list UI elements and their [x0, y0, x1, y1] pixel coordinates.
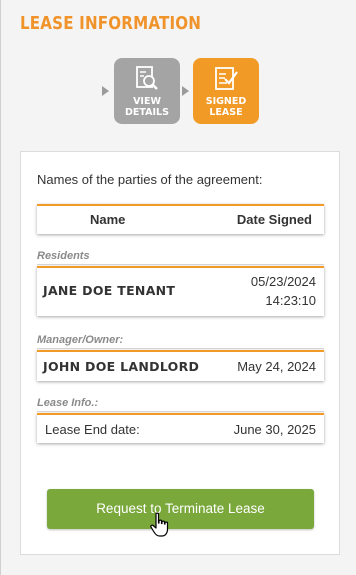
- section-divider: [37, 411, 324, 412]
- step-label-line2: DETAILS: [125, 107, 169, 118]
- manager-date-signed: May 24, 2024: [237, 359, 316, 374]
- column-header-date-signed: Date Signed: [236, 212, 312, 227]
- section-label-lease-info: Lease Info.:: [37, 397, 99, 409]
- parties-intro: Names of the parties of the agreement:: [37, 172, 263, 187]
- lease-end-value: June 30, 2025: [233, 422, 316, 437]
- resident-name: JANE DOE TENANT: [43, 283, 176, 298]
- section-divider: [37, 348, 324, 349]
- manager-name: JOHN DOE LANDLORD: [43, 359, 200, 374]
- section-label-residents: Residents: [37, 250, 90, 262]
- panel-border: [0, 0, 1, 575]
- magnifier-document-icon: [136, 66, 158, 90]
- resident-date-signed: 05/23/2024 14:23:10: [251, 272, 316, 310]
- lease-card: Names of the parties of the agreement: N…: [20, 151, 340, 555]
- resident-time: 14:23:10: [265, 293, 316, 308]
- step-arrow-icon: [102, 86, 109, 96]
- lease-end-row: Lease End date: June 30, 2025: [37, 413, 324, 443]
- page-title: LEASE INFORMATION: [20, 13, 202, 34]
- resident-row: JANE DOE TENANT 05/23/2024 14:23:10: [37, 266, 324, 316]
- manager-row: JOHN DOE LANDLORD May 24, 2024: [37, 350, 324, 381]
- step-view-details[interactable]: VIEW DETAILS: [114, 58, 180, 124]
- request-terminate-lease-button[interactable]: Request to Terminate Lease: [47, 489, 314, 529]
- progress-steps: VIEW DETAILS SIGNED LEASE: [100, 58, 270, 128]
- step-label-line1: SIGNED: [205, 96, 247, 107]
- column-header-name: Name: [90, 212, 126, 227]
- section-divider: [37, 264, 324, 265]
- step-signed-lease[interactable]: SIGNED LEASE: [193, 58, 259, 124]
- section-label-manager: Manager/Owner:: [37, 334, 124, 346]
- step-label-line2: LEASE: [209, 107, 243, 118]
- signed-document-icon: [215, 67, 238, 90]
- step-label-line1: VIEW: [133, 96, 161, 107]
- lease-end-label: Lease End date:: [45, 422, 140, 437]
- step-arrow-icon: [182, 86, 189, 96]
- resident-date: 05/23/2024: [250, 274, 316, 289]
- table-header: Name Date Signed: [37, 204, 324, 234]
- hand-cursor-icon: [150, 512, 169, 537]
